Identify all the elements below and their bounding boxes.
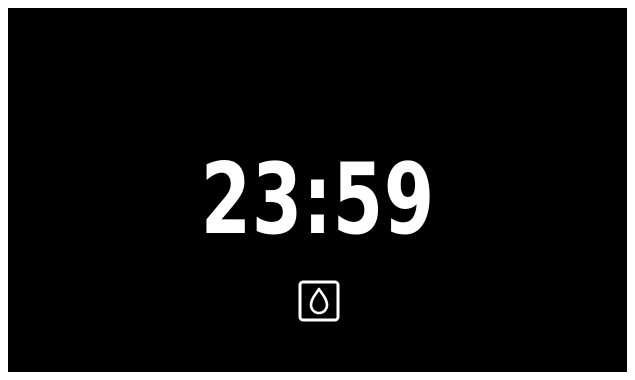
water-drop-icon[interactable] — [298, 280, 340, 322]
time-readout: 23:59 — [200, 143, 435, 257]
appliance-display: 23:59 — [8, 8, 627, 372]
water-drop-icon-graphic — [298, 280, 340, 322]
clock-area: 23:59 — [8, 145, 627, 255]
